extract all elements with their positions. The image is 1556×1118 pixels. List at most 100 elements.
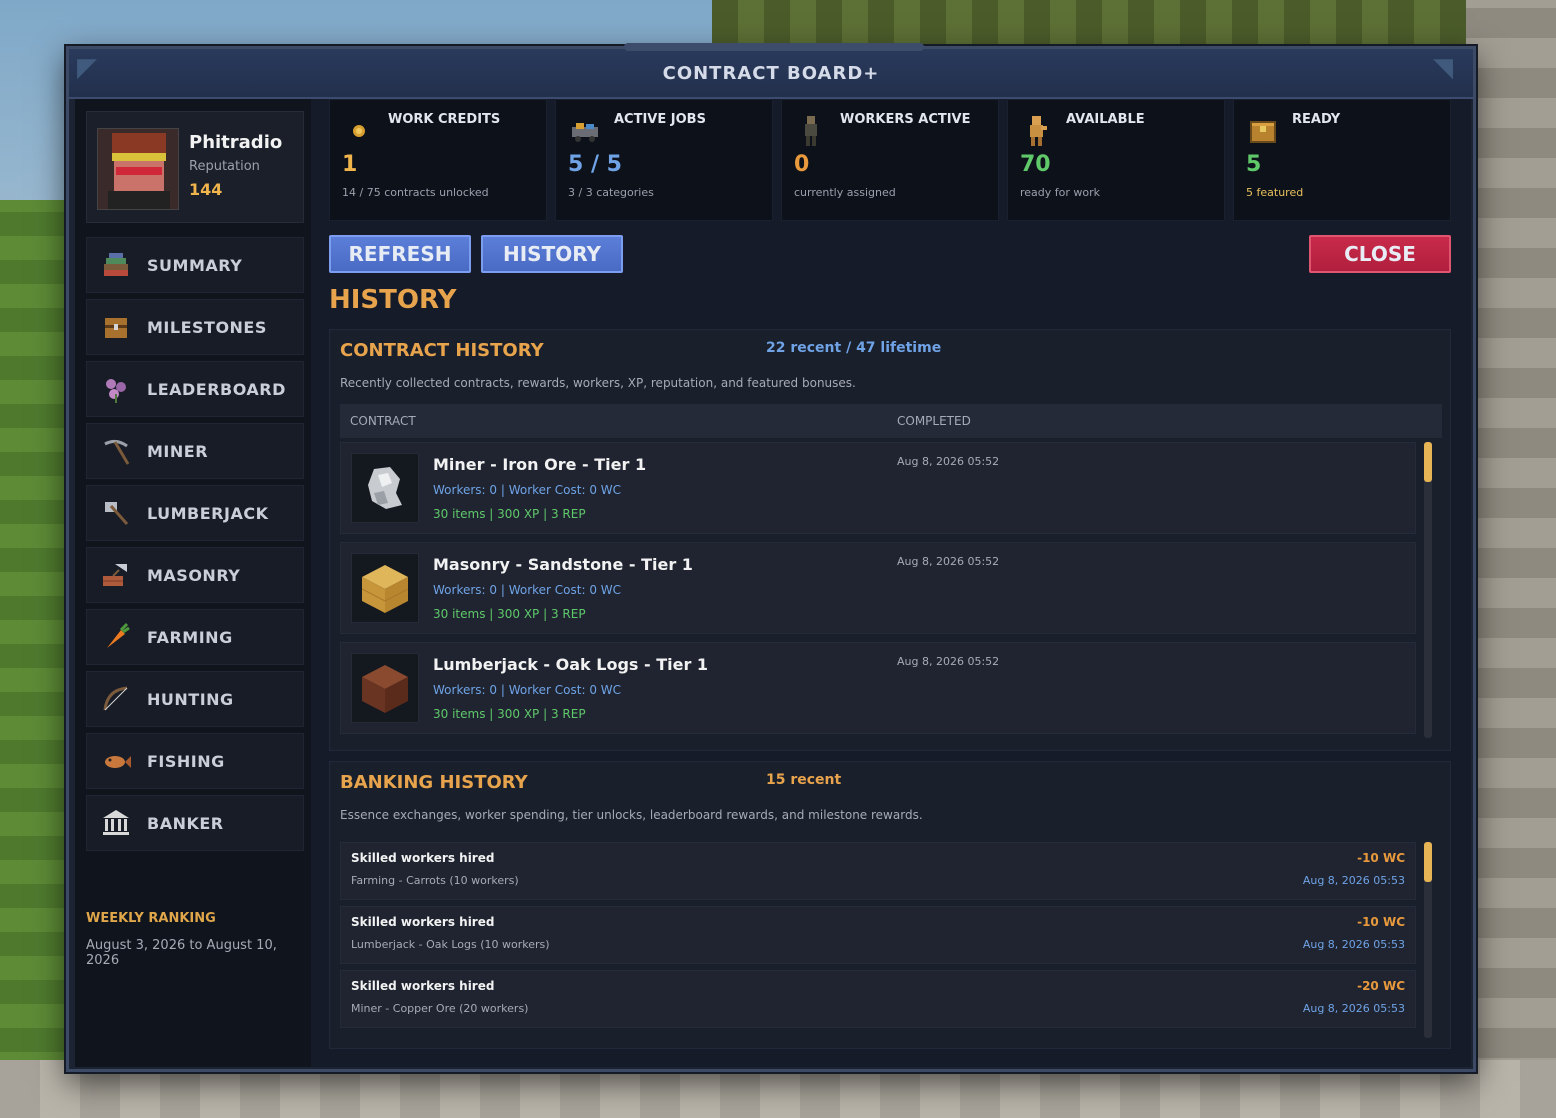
flower-icon xyxy=(99,372,133,406)
sidebar-item-label: MILESTONES xyxy=(147,317,267,337)
sidebar-item-milestones[interactable]: MILESTONES xyxy=(86,299,304,355)
minecart-icon xyxy=(570,116,600,146)
contract-name: Miner - Iron Ore - Tier 1 xyxy=(433,455,647,474)
pickaxe-icon xyxy=(99,434,133,468)
contract-row: Miner - Iron Ore - Tier 1 Workers: 0 | W… xyxy=(340,442,1416,534)
page-title: HISTORY xyxy=(329,285,457,315)
weekly-ranking-title: WEEKLY RANKING xyxy=(86,911,216,926)
banking-row: Skilled workers hired Farming - Carrots … xyxy=(340,842,1416,900)
contract-completed: Aug 8, 2026 05:52 xyxy=(897,555,1000,568)
sidebar-item-label: BANKER xyxy=(147,813,224,833)
corner-ornament-right-icon: ◥ xyxy=(1433,53,1453,83)
trowel-icon xyxy=(99,558,133,592)
sidebar-item-label: LUMBERJACK xyxy=(147,503,269,523)
contract-rewards: 30 items | 300 XP | 3 REP xyxy=(433,707,586,721)
close-button[interactable]: CLOSE xyxy=(1309,235,1451,273)
sidebar-item-miner[interactable]: MINER xyxy=(86,423,304,479)
stat-available: AVAILABLE 70 ready for work xyxy=(1007,99,1225,221)
sidebar-item-label: MINER xyxy=(147,441,209,461)
contract-history-description: Recently collected contracts, rewards, w… xyxy=(340,376,856,390)
idle-worker-icon xyxy=(1022,116,1052,146)
contract-completed: Aug 8, 2026 05:52 xyxy=(897,655,1000,668)
column-completed: COMPLETED xyxy=(897,414,971,428)
stat-active-jobs: ACTIVE JOBS 5 / 5 3 / 3 categories xyxy=(555,99,773,221)
sidebar-item-banker[interactable]: BANKER xyxy=(86,795,304,851)
stat-label: AVAILABLE xyxy=(1066,112,1145,127)
sidebar-item-label: FISHING xyxy=(147,751,225,771)
stat-sub: currently assigned xyxy=(794,186,896,199)
corner-ornament-left-icon: ◤ xyxy=(77,53,97,83)
sidebar-item-hunting[interactable]: HUNTING xyxy=(86,671,304,727)
stat-sub: 14 / 75 contracts unlocked xyxy=(342,186,489,199)
contract-rewards: 30 items | 300 XP | 3 REP xyxy=(433,507,586,521)
sidebar-item-masonry[interactable]: MASONRY xyxy=(86,547,304,603)
stat-ready: READY 5 5 featured xyxy=(1233,99,1451,221)
history-button[interactable]: HISTORY xyxy=(481,235,623,273)
banking-history-count: 15 recent xyxy=(766,772,842,788)
contract-rewards: 30 items | 300 XP | 3 REP xyxy=(433,607,586,621)
sidebar: Phitradio Reputation 144 SUMMARY MILESTO… xyxy=(75,99,311,1067)
axe-icon xyxy=(99,496,133,530)
sidebar-item-lumberjack[interactable]: LUMBERJACK xyxy=(86,485,304,541)
sidebar-item-farming[interactable]: FARMING xyxy=(86,609,304,665)
sidebar-item-fishing[interactable]: FISHING xyxy=(86,733,304,789)
sidebar-item-summary[interactable]: SUMMARY xyxy=(86,237,304,293)
contract-row: Masonry - Sandstone - Tier 1 Workers: 0 … xyxy=(340,542,1416,634)
contract-history-count: 22 recent / 47 lifetime xyxy=(766,340,942,356)
bank-icon xyxy=(99,806,133,840)
contract-completed: Aug 8, 2026 05:52 xyxy=(897,455,1000,468)
bow-icon xyxy=(99,682,133,716)
title-ornament xyxy=(624,43,924,51)
banking-amount: -20 WC xyxy=(1357,979,1405,993)
contract-table-header: CONTRACT COMPLETED xyxy=(340,404,1442,438)
contract-scrollbar-thumb[interactable] xyxy=(1424,442,1432,482)
contract-scrollbar[interactable] xyxy=(1424,442,1432,738)
crate-icon xyxy=(1248,116,1278,146)
banking-date: Aug 8, 2026 05:53 xyxy=(1302,1002,1405,1015)
contract-workers: Workers: 0 | Worker Cost: 0 WC xyxy=(433,683,622,697)
banking-detail: Lumberjack - Oak Logs (10 workers) xyxy=(351,938,550,951)
carrot-icon xyxy=(99,620,133,654)
banking-row: Skilled workers hired Miner - Copper Ore… xyxy=(340,970,1416,1028)
oak-log-icon xyxy=(351,653,419,723)
contract-row: Lumberjack - Oak Logs - Tier 1 Workers: … xyxy=(340,642,1416,734)
stat-label: WORK CREDITS xyxy=(388,112,501,127)
banking-history-title: BANKING HISTORY xyxy=(340,772,528,793)
window-title: CONTRACT BOARD+ xyxy=(662,62,880,84)
fish-icon xyxy=(99,744,133,778)
chest-icon xyxy=(99,310,133,344)
coin-icon xyxy=(344,116,374,146)
grass-hill-background xyxy=(0,200,70,1100)
banking-date: Aug 8, 2026 05:53 xyxy=(1302,938,1405,951)
banking-amount: -10 WC xyxy=(1357,851,1405,865)
books-icon xyxy=(99,248,133,282)
contract-name: Masonry - Sandstone - Tier 1 xyxy=(433,555,693,574)
contract-history-title: CONTRACT HISTORY xyxy=(340,340,544,361)
banking-detail: Miner - Copper Ore (20 workers) xyxy=(351,1002,529,1015)
banking-history-panel: BANKING HISTORY 15 recent Essence exchan… xyxy=(329,761,1451,1049)
banking-history-description: Essence exchanges, worker spending, tier… xyxy=(340,808,923,822)
banking-date: Aug 8, 2026 05:53 xyxy=(1302,874,1405,887)
stat-work-credits: WORK CREDITS 1 14 / 75 contracts unlocke… xyxy=(329,99,547,221)
sidebar-item-leaderboard[interactable]: LEADERBOARD xyxy=(86,361,304,417)
player-name: Phitradio xyxy=(189,132,283,153)
refresh-button[interactable]: REFRESH xyxy=(329,235,471,273)
stat-label: WORKERS ACTIVE xyxy=(840,112,971,127)
stat-value: 5 / 5 xyxy=(568,152,622,177)
reputation-label: Reputation xyxy=(189,159,260,174)
banking-scrollbar-thumb[interactable] xyxy=(1424,842,1432,882)
sidebar-item-label: HUNTING xyxy=(147,689,234,709)
sidebar-item-label: MASONRY xyxy=(147,565,241,585)
iron-ore-icon xyxy=(351,453,419,523)
stat-label: READY xyxy=(1292,112,1341,127)
stat-value: 5 xyxy=(1246,152,1262,177)
banking-title: Skilled workers hired xyxy=(351,915,495,929)
main-content: WORK CREDITS 1 14 / 75 contracts unlocke… xyxy=(311,99,1471,1067)
avatar xyxy=(97,128,179,210)
stat-sub: ready for work xyxy=(1020,186,1101,199)
contract-history-panel: CONTRACT HISTORY 22 recent / 47 lifetime… xyxy=(329,329,1451,751)
contract-workers: Workers: 0 | Worker Cost: 0 WC xyxy=(433,583,622,597)
stat-value: 0 xyxy=(794,152,810,177)
sandstone-icon xyxy=(351,553,419,623)
banking-amount: -10 WC xyxy=(1357,915,1405,929)
